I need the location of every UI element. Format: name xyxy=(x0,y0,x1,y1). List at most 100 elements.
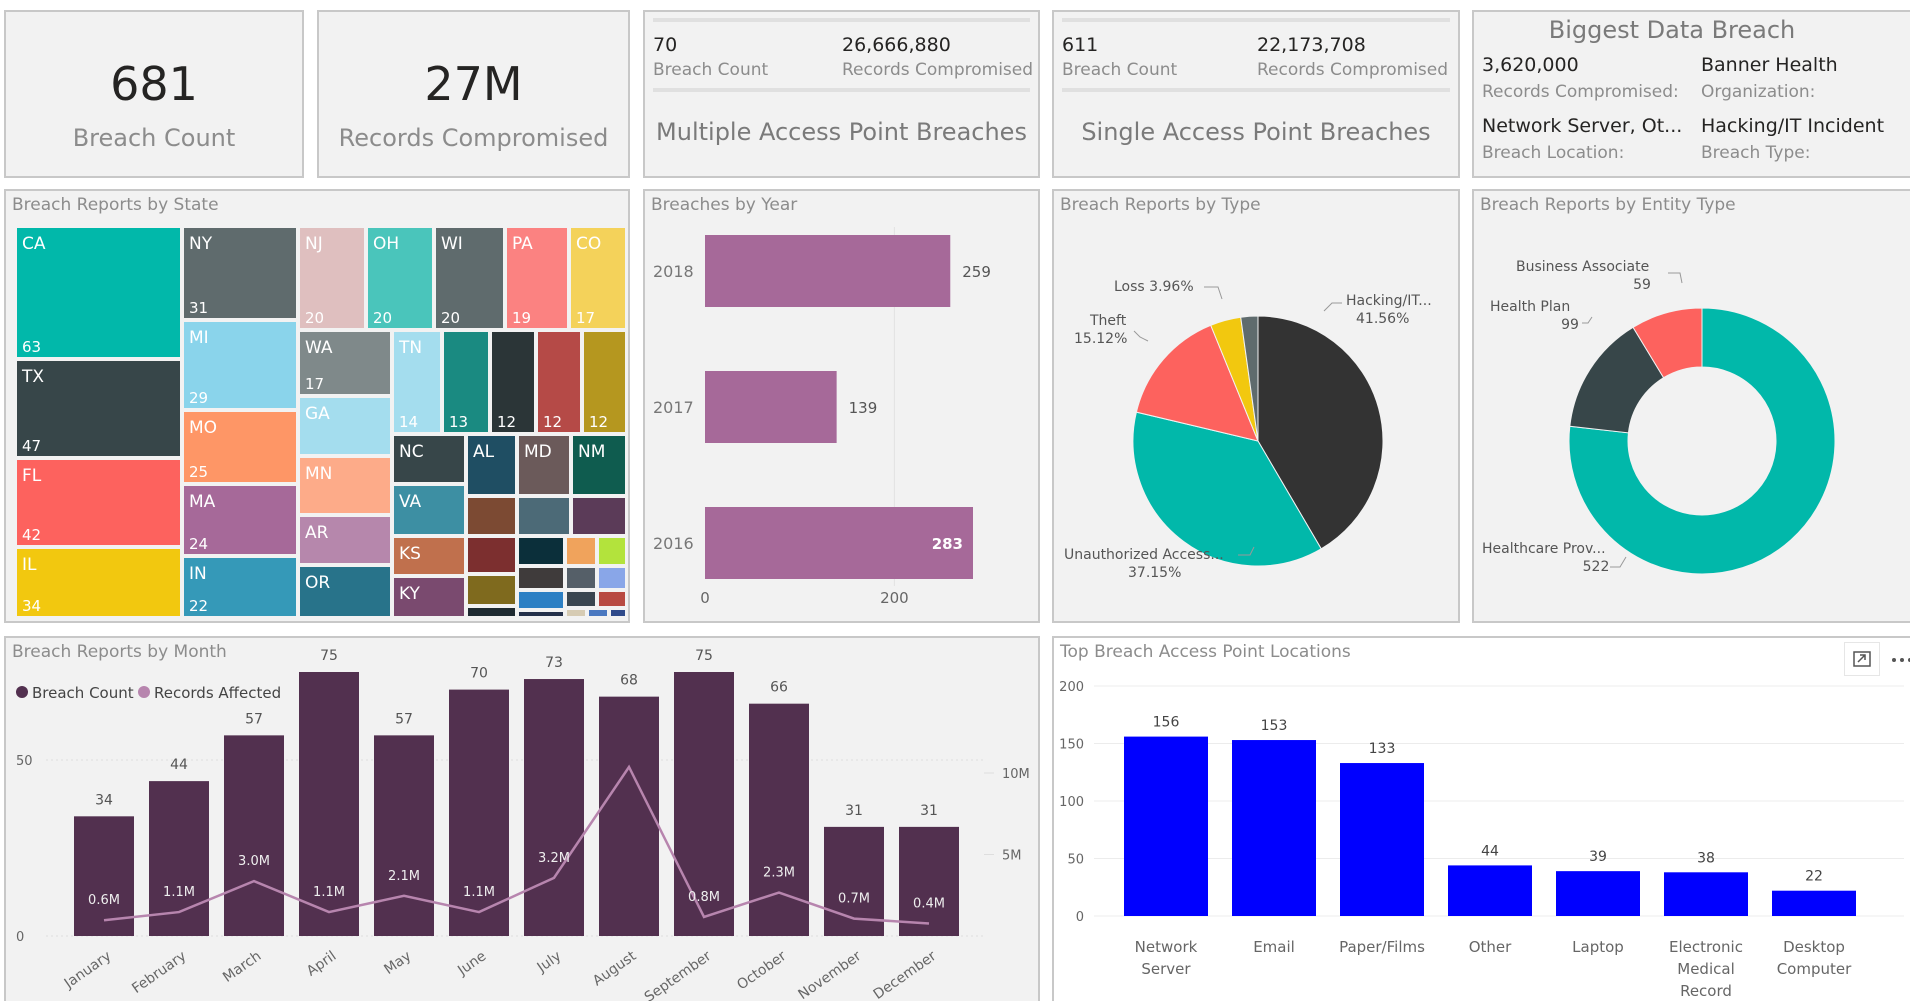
treemap-tile-or[interactable]: OR xyxy=(298,565,392,618)
treemap-label: NM xyxy=(578,442,605,462)
treemap-label: TN xyxy=(398,338,422,358)
treemap-tile[interactable] xyxy=(466,496,517,536)
treemap-tile-ks[interactable]: KS xyxy=(392,536,466,576)
kpi-records-card[interactable]: 27M Records Compromised xyxy=(317,10,630,178)
treemap-value: 17 xyxy=(576,309,595,327)
category-label: Medical xyxy=(1677,960,1734,978)
category-label: Email xyxy=(1253,938,1295,956)
treemap-tile-in[interactable]: IN 22 xyxy=(182,556,298,618)
breach-type-card[interactable]: Breach Reports by Type Hacking/IT... 41.5… xyxy=(1052,189,1460,623)
treemap-tile[interactable] xyxy=(517,610,565,618)
type-label: Breach Type: xyxy=(1701,143,1811,163)
entity-type-card[interactable]: Breach Reports by Entity Type Business A… xyxy=(1472,189,1910,623)
treemap-tile-oh[interactable]: OH 20 xyxy=(366,226,434,330)
treemap-tile[interactable] xyxy=(466,606,517,618)
access-bar[interactable] xyxy=(1124,736,1208,916)
treemap-value: 12 xyxy=(589,413,608,431)
treemap-tile[interactable] xyxy=(565,566,597,590)
access-bar[interactable] xyxy=(1556,871,1640,916)
treemap-value: 63 xyxy=(22,338,41,356)
treemap-tile-fl[interactable]: FL 42 xyxy=(15,458,182,547)
treemap-tile[interactable] xyxy=(565,608,587,618)
treemap-tile-tx[interactable]: TX 47 xyxy=(15,359,182,458)
legend-item-breach-count[interactable]: Breach Count xyxy=(16,684,134,702)
treemap-tile-ky[interactable]: KY xyxy=(392,576,466,618)
month-bar[interactable] xyxy=(524,679,584,936)
breach-type-pie: Hacking/IT... 41.56% Unauthorized Access..… xyxy=(1064,279,1432,581)
y-tick: 200 xyxy=(1059,680,1084,695)
treemap-tile-ca[interactable]: CA 63 xyxy=(15,226,182,359)
month-bar[interactable] xyxy=(374,735,434,936)
access-bar[interactable] xyxy=(1772,890,1856,916)
treemap-tile[interactable]: 12 xyxy=(536,330,582,434)
single-access-card[interactable]: 611 Breach Count 22,173,708 Records Comp… xyxy=(1052,10,1460,178)
access-bar[interactable] xyxy=(1664,872,1748,916)
bar-data-label: 44 xyxy=(170,757,188,773)
treemap-tile-wa[interactable]: WA 17 xyxy=(298,330,392,396)
treemap-tile[interactable] xyxy=(609,608,627,618)
treemap-tile-nj[interactable]: NJ 20 xyxy=(298,226,366,330)
treemap-value: 12 xyxy=(543,413,562,431)
treemap-tile-il[interactable]: IL 34 xyxy=(15,547,182,618)
month-bar[interactable] xyxy=(224,735,284,936)
treemap-tile-ny[interactable]: NY 31 xyxy=(182,226,298,320)
access-bar[interactable] xyxy=(1340,763,1424,916)
category-label: Record xyxy=(1680,982,1732,1000)
legend-item-records-affected[interactable]: Records Affected xyxy=(138,684,281,702)
treemap-tile-md[interactable]: MD xyxy=(517,434,571,496)
month-label: May xyxy=(381,948,414,978)
treemap-tile[interactable] xyxy=(597,590,627,608)
treemap-tile[interactable] xyxy=(517,536,565,566)
y-tick: 50 xyxy=(1067,853,1084,868)
treemap-tile-ga[interactable]: GA xyxy=(298,396,392,456)
treemap-value: 42 xyxy=(22,526,41,544)
treemap-tile[interactable]: 12 xyxy=(490,330,536,434)
breaches-by-year-card[interactable]: Breaches by Year 2018 259 2017 139 2016 283 0 2… xyxy=(643,189,1040,623)
state-treemap-card[interactable]: Breach Reports by State CA 63 TX 47 FL 42 IL 34… xyxy=(4,189,630,623)
leader-line xyxy=(1133,330,1149,342)
treemap-tile-mn[interactable]: MN xyxy=(298,456,392,515)
treemap-tile[interactable] xyxy=(565,536,597,566)
treemap-tile[interactable] xyxy=(466,536,517,574)
month-bar[interactable] xyxy=(899,826,959,936)
treemap-tile-nc[interactable]: NC xyxy=(392,434,466,484)
treemap-tile-al[interactable]: AL xyxy=(466,434,517,496)
treemap-tile[interactable] xyxy=(466,574,517,606)
treemap-tile[interactable] xyxy=(565,590,597,608)
month-bar[interactable] xyxy=(599,696,659,936)
treemap-tile-pa[interactable]: PA 19 xyxy=(505,226,569,330)
treemap-tile-va[interactable]: VA xyxy=(392,484,466,536)
treemap-tile[interactable]: 13 xyxy=(442,330,490,434)
month-bar[interactable] xyxy=(749,703,809,936)
month-label: April xyxy=(304,948,339,979)
treemap-tile[interactable] xyxy=(517,496,571,536)
year-bar[interactable] xyxy=(705,371,837,443)
treemap-tile-ma[interactable]: MA 24 xyxy=(182,484,298,556)
treemap-tile[interactable] xyxy=(571,496,627,536)
treemap-tile[interactable] xyxy=(517,566,565,590)
treemap-tile[interactable] xyxy=(587,608,609,618)
access-point-card[interactable]: Top Breach Access Point Locations 0 50 100… xyxy=(1052,636,1910,1001)
category-label: Server xyxy=(1141,960,1191,978)
monthly-card[interactable]: Breach Reports by Month Breach Count Reco… xyxy=(4,636,1040,1001)
access-bar[interactable] xyxy=(1448,865,1532,916)
treemap-tile[interactable] xyxy=(517,590,565,610)
treemap-tile-mi[interactable]: MI 29 xyxy=(182,320,298,410)
kpi-breach-count-card[interactable]: 681 Breach Count xyxy=(4,10,304,178)
year-bar[interactable] xyxy=(705,235,951,307)
biggest-breach-card[interactable]: Biggest Data Breach 3,620,000 Records Co… xyxy=(1472,10,1910,178)
treemap-label: IL xyxy=(22,555,37,575)
treemap-tile[interactable] xyxy=(597,536,627,566)
multiple-access-card[interactable]: 70 Breach Count 26,666,880 Records Compr… xyxy=(643,10,1040,178)
treemap-tile-ar[interactable]: AR xyxy=(298,515,392,565)
treemap-tile-tn[interactable]: TN 14 xyxy=(392,330,442,434)
treemap-tile-mo[interactable]: MO 25 xyxy=(182,410,298,484)
treemap-tile[interactable] xyxy=(597,566,627,590)
access-bar[interactable] xyxy=(1232,740,1316,916)
treemap-tile-co[interactable]: CO 17 xyxy=(569,226,627,330)
records-label: Records Compromised xyxy=(842,60,1034,80)
treemap-tile-nm[interactable]: NM xyxy=(571,434,627,496)
treemap-tile-wi[interactable]: WI 20 xyxy=(434,226,505,330)
y-left-tick: 0 xyxy=(16,930,24,945)
treemap-tile[interactable]: 12 xyxy=(582,330,627,434)
